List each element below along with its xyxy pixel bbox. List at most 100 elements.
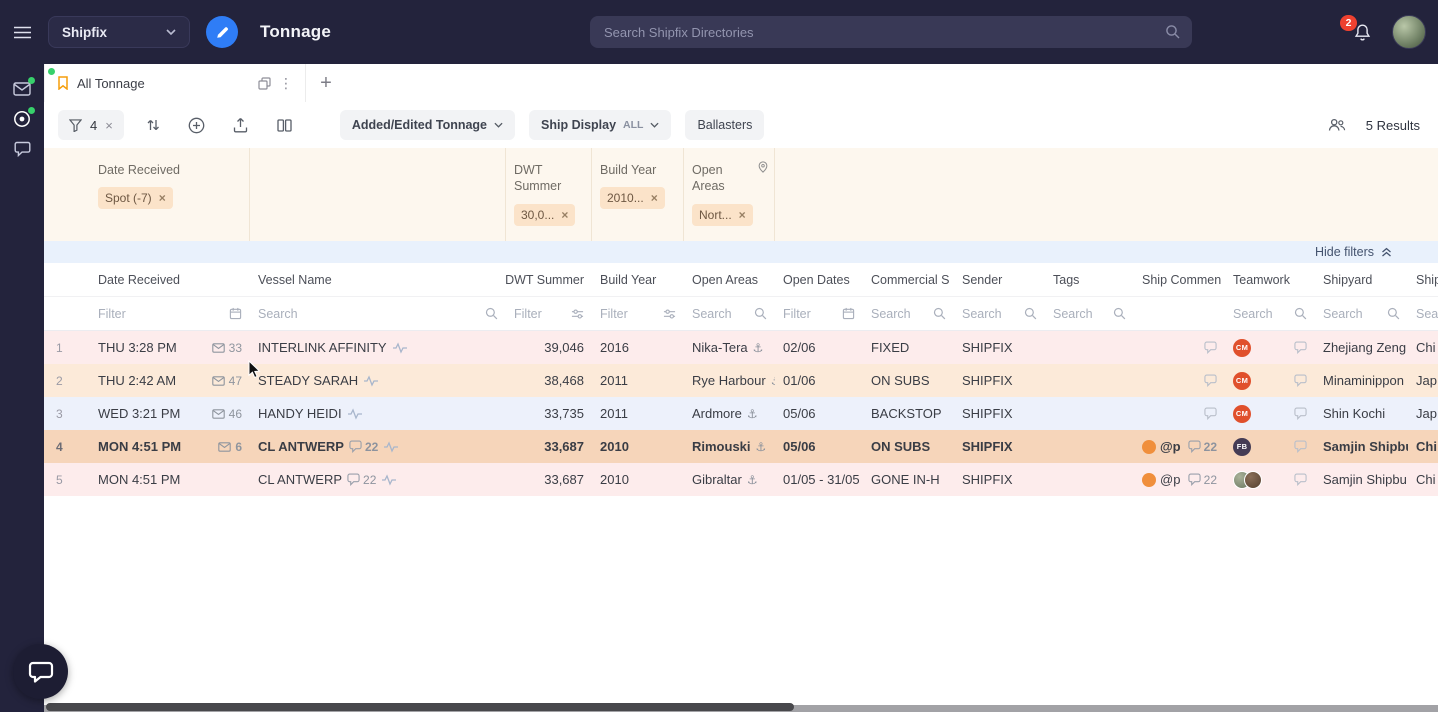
search-input[interactable] (590, 16, 1192, 48)
comment-bubble-icon[interactable] (1204, 407, 1217, 420)
teamwork-avatar[interactable]: FB (1233, 438, 1251, 456)
column-header-teamwork[interactable]: Teamwork (1225, 263, 1315, 296)
page-title: Tonnage (260, 22, 331, 42)
filter-button[interactable]: 4 × (58, 110, 124, 140)
comment-bubble-icon[interactable] (1294, 341, 1307, 354)
comment-bubble-icon[interactable] (1294, 473, 1307, 486)
teamwork-avatar[interactable]: CM (1233, 339, 1251, 357)
vessel-comment-count[interactable]: 22 (349, 440, 378, 454)
duplicate-tab-icon[interactable] (258, 77, 271, 90)
mail-count[interactable]: 46 (212, 407, 242, 421)
filter-chip-build-year[interactable]: 2010... × (600, 187, 665, 209)
columns-view-button[interactable] (270, 110, 300, 140)
table-row[interactable]: 5 MON 4:51 PM CL ANTWERP 22 33,687 2010 … (44, 463, 1438, 496)
clear-filters-icon[interactable]: × (105, 118, 113, 133)
column-header-open-areas[interactable]: Open Areas (684, 263, 775, 296)
compose-button[interactable] (206, 16, 238, 48)
dates-filter-input[interactable]: Filter (775, 297, 863, 330)
cell-vessel-name: INTERLINK AFFINITY (250, 331, 506, 364)
vessel-comment-count[interactable]: 22 (347, 473, 376, 487)
mail-count[interactable]: 33 (212, 341, 242, 355)
remove-chip-icon[interactable]: × (739, 208, 746, 222)
dwt-filter-input[interactable]: Filter (506, 297, 592, 330)
teamwork-avatar[interactable]: CM (1233, 372, 1251, 390)
ship-comment-count[interactable]: 22 (1188, 473, 1217, 487)
tab-menu-icon[interactable]: ⋮ (279, 76, 293, 90)
cell-teamwork: CM (1225, 364, 1315, 397)
vessel-search-input[interactable]: Search (250, 297, 506, 330)
notifications-button[interactable]: 2 (1353, 21, 1372, 43)
shipyard-search-input[interactable]: Search (1315, 297, 1408, 330)
remove-chip-icon[interactable]: × (159, 191, 166, 205)
column-header-ship[interactable]: Ship (1408, 263, 1438, 296)
tags-search-input[interactable]: Search (1045, 297, 1134, 330)
remove-chip-icon[interactable]: × (651, 191, 658, 205)
column-header-sender[interactable]: Sender (954, 263, 1045, 296)
cell-open-area: Rimouski⚓ (684, 430, 775, 463)
comment-bubble-icon[interactable] (1294, 440, 1307, 453)
export-button[interactable] (226, 110, 256, 140)
teamwork-search-input[interactable]: Search (1225, 297, 1315, 330)
envelope-icon (218, 442, 231, 452)
hide-filters-button[interactable]: Hide filters (44, 241, 1438, 263)
column-header-dwt-summer[interactable]: DWT Summer (506, 263, 592, 296)
search-icon (1165, 24, 1181, 40)
column-header-date-received[interactable]: Date Received (90, 263, 250, 296)
areas-search-input[interactable]: Search (684, 297, 775, 330)
workspace-selector[interactable]: Shipfix (48, 16, 190, 48)
column-header-tags[interactable]: Tags (1045, 263, 1134, 296)
add-tonnage-button[interactable] (182, 110, 212, 140)
date-filter-input[interactable]: Filter (90, 297, 250, 330)
teamwork-avatar[interactable] (1244, 471, 1262, 489)
collaborators-button[interactable] (1322, 110, 1352, 140)
chat-widget-button[interactable] (13, 644, 68, 699)
cell-build-year: 2011 (592, 364, 684, 397)
ship-search-input[interactable]: Sea (1408, 297, 1438, 330)
mail-count[interactable]: 47 (212, 374, 242, 388)
horizontal-scrollbar-thumb[interactable] (46, 703, 794, 711)
topbar-right: 2 (1353, 0, 1426, 64)
table-row[interactable]: 2 THU 2:42 AM 47 STEADY SARAH 38,468 201… (44, 364, 1438, 397)
sender-search-input[interactable]: Search (954, 297, 1045, 330)
add-tab-button[interactable]: + (306, 64, 346, 102)
sidebar-item-mail[interactable] (0, 74, 44, 104)
ship-comment-count[interactable]: 22 (1188, 440, 1217, 454)
column-header-build-year[interactable]: Build Year (592, 263, 684, 296)
column-header-ship-comments[interactable]: Ship Commen (1134, 263, 1225, 296)
sidebar-item-tonnage[interactable] (0, 104, 44, 134)
filter-chip-open-areas[interactable]: Nort... × (692, 204, 753, 226)
column-header-shipyard[interactable]: Shipyard (1315, 263, 1408, 296)
comment-bubble-icon[interactable] (1294, 374, 1307, 387)
two-columns-icon (277, 119, 292, 132)
column-header-commercial-status[interactable]: Commercial S (863, 263, 954, 296)
commercial-search-input[interactable]: Search (863, 297, 954, 330)
column-header-vessel-name[interactable]: Vessel Name (250, 263, 506, 296)
comment-bubble-icon[interactable] (1294, 407, 1307, 420)
sidebar-item-chat[interactable] (0, 134, 44, 164)
year-filter-input[interactable]: Filter (592, 297, 684, 330)
table-row[interactable]: 3 WED 3:21 PM 46 HANDY HEIDI 33,735 2011… (44, 397, 1438, 430)
filter-chip-dwt-summer[interactable]: 30,0... × (514, 204, 575, 226)
column-header-open-dates[interactable]: Open Dates (775, 263, 863, 296)
table-row[interactable]: 1 THU 3:28 PM 33 INTERLINK AFFINITY 39,0… (44, 331, 1438, 364)
filter-chip-date-received[interactable]: Spot (-7) × (98, 187, 173, 209)
cell-shipyard: Shin Kochi (1315, 397, 1408, 430)
comment-bubble-icon[interactable] (1204, 374, 1217, 387)
map-pin-icon (757, 160, 769, 174)
comment-bubble-icon[interactable] (1204, 341, 1217, 354)
added-edited-dropdown[interactable]: Added/Edited Tonnage (340, 110, 515, 140)
cell-ship-comments: @p 22 (1134, 430, 1225, 463)
cell-build-year: 2016 (592, 331, 684, 364)
ship-display-dropdown[interactable]: Ship Display ALL (529, 110, 671, 140)
menu-icon[interactable] (0, 26, 44, 39)
teamwork-avatar[interactable]: CM (1233, 405, 1251, 423)
ballasters-button[interactable]: Ballasters (685, 110, 764, 140)
table-row-selected[interactable]: 4 MON 4:51 PM 6 CL ANTWERP 22 33,687 201… (44, 430, 1438, 463)
tab-all-tonnage[interactable]: All Tonnage ⋮ (44, 64, 306, 102)
envelope-icon (212, 376, 225, 386)
remove-chip-icon[interactable]: × (561, 208, 568, 222)
mail-count[interactable]: 6 (218, 440, 242, 454)
cell-open-area: Gibraltar⚓ (684, 463, 775, 496)
user-avatar[interactable] (1392, 15, 1426, 49)
sort-button[interactable] (138, 110, 168, 140)
